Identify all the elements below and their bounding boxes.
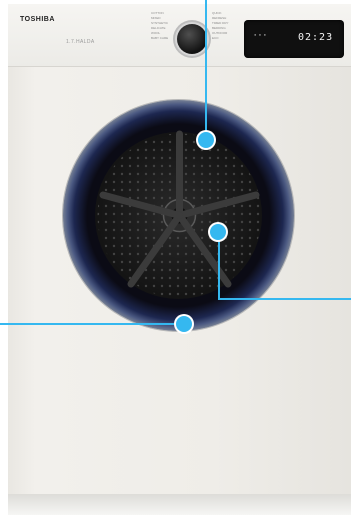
control-panel: TOSHIBA 1.7.HALDA COTTON MIXED SYNTHETIC…: [8, 4, 351, 67]
top-callout: [198, 132, 214, 148]
bottom-callout: [176, 316, 192, 332]
program-label-left: BABY CARE: [151, 36, 169, 40]
program-list-left: COTTON MIXED SYNTHETIC DELICATE WOOL BAB…: [151, 11, 168, 41]
drum-pattern: [97, 130, 262, 298]
top-callout-line: [205, 0, 207, 138]
brand-logo: TOSHIBA: [20, 16, 55, 23]
appliance-base: [8, 494, 351, 515]
program-knob[interactable]: [177, 24, 207, 54]
model-label: 1.7.HALDA: [66, 39, 95, 45]
program-list-right: QUICK REFRESH TIMED DRY BEDDING OUTDOOR …: [212, 11, 228, 41]
washer-dryer-photo: TOSHIBA 1.7.HALDA COTTON MIXED SYNTHETIC…: [0, 0, 351, 515]
display-time: 02:23: [298, 32, 334, 43]
center-callout-line-vertical: [218, 231, 220, 299]
center-callout: [210, 224, 226, 240]
display-indicators: ● ● ●: [254, 34, 267, 38]
center-callout-line-horizontal: [218, 298, 351, 300]
program-label-right: ECO: [212, 36, 219, 40]
bottom-callout-line: [0, 323, 185, 325]
